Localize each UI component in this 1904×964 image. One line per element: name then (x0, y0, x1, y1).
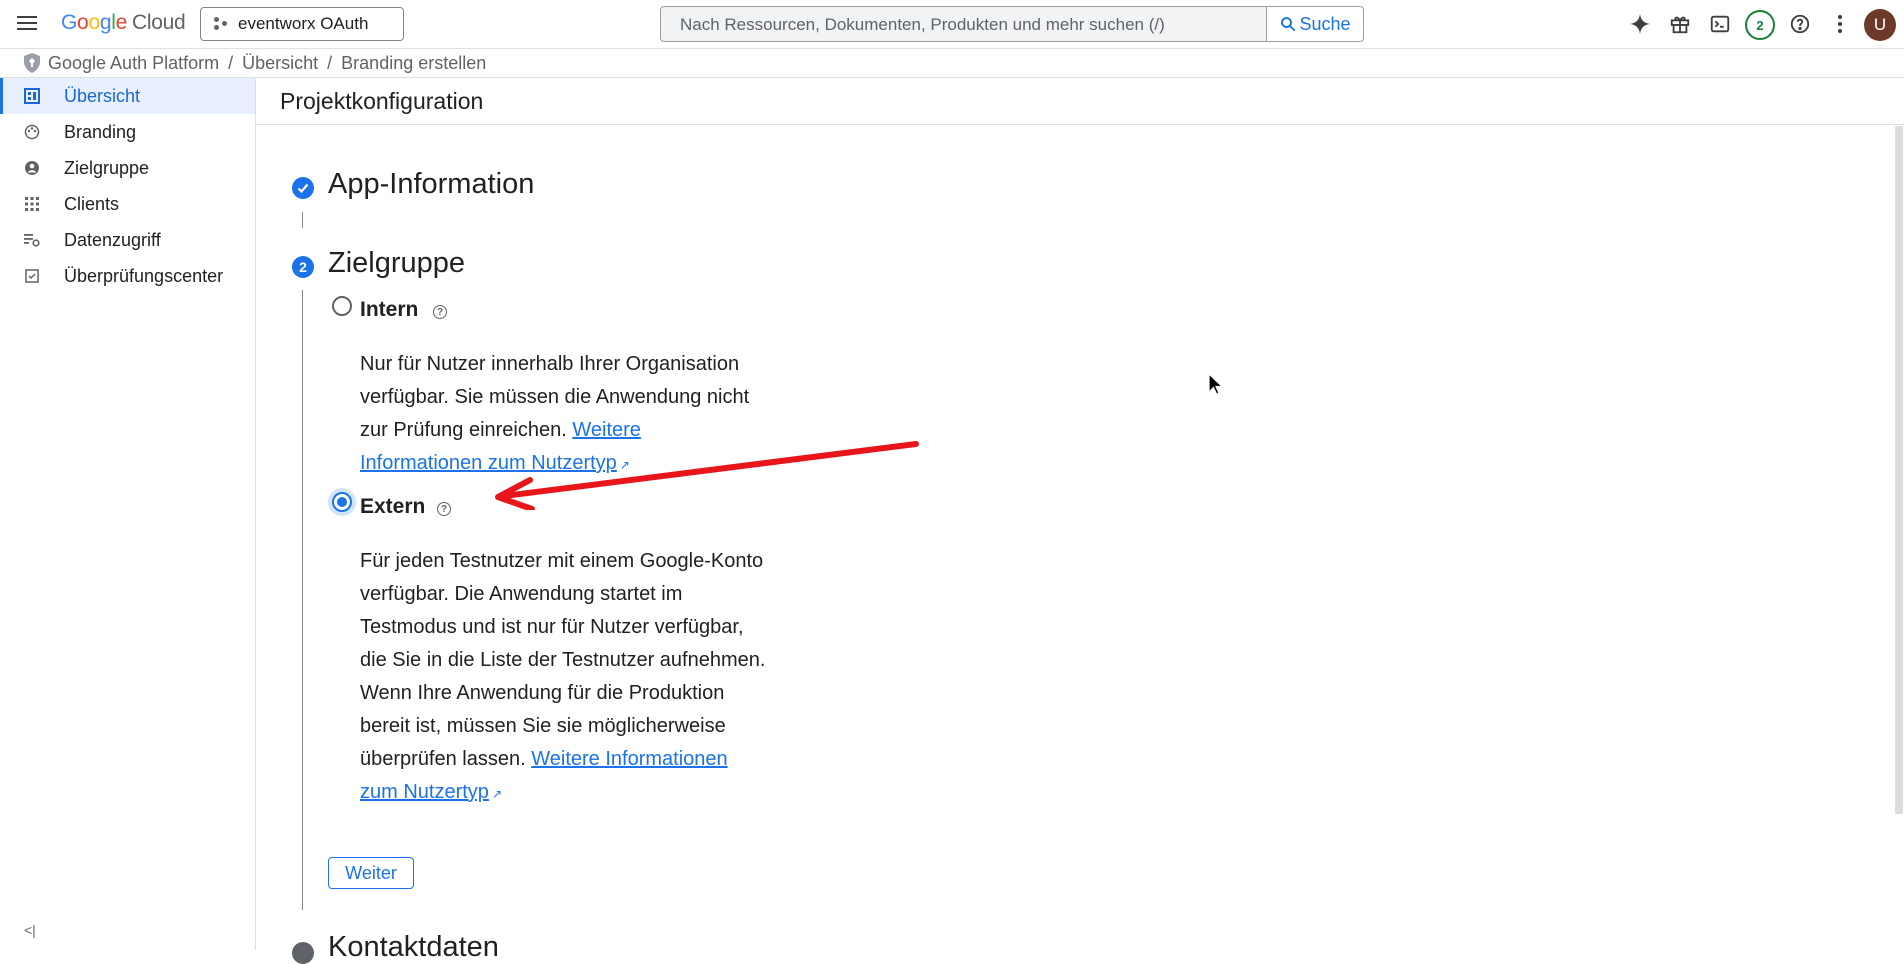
breadcrumb: Google Auth Platform / Übersicht / Brand… (0, 48, 1904, 78)
description-line: verfügbar. Sie müssen die Anwendung nich… (360, 386, 750, 408)
page-header: Projektkonfiguration (256, 78, 1904, 125)
verification-icon (0, 269, 64, 283)
breadcrumb-overview[interactable]: Übersicht (242, 53, 318, 74)
step-title-audience[interactable]: Zielgruppe (328, 247, 465, 280)
sidebar-item-audience[interactable]: Zielgruppe (0, 150, 255, 186)
description-line: Wenn Ihre Anwendung für die Produktion (360, 682, 725, 704)
dashboard-icon (0, 88, 64, 104)
page-title: Projektkonfiguration (280, 88, 484, 114)
notifications-badge[interactable]: 2 (1745, 10, 1775, 40)
breadcrumb-current: Branding erstellen (341, 52, 487, 73)
main-menu-icon[interactable] (14, 12, 40, 36)
search-icon (1281, 17, 1296, 32)
extern-description: Für jeden Testnutzer mit einem Google-Ko… (360, 545, 840, 811)
data-settings-icon (0, 233, 64, 247)
sidebar-item-overview[interactable]: Übersicht (0, 78, 255, 114)
avatar[interactable]: U (1864, 9, 1896, 41)
step-connector (302, 212, 303, 228)
step-pending-icon (292, 942, 314, 964)
external-link-icon: ↗ (491, 787, 502, 801)
sidebar-item-label: Übersicht (64, 85, 141, 106)
scrollbar-thumb[interactable] (1895, 126, 1903, 814)
continue-button[interactable]: Weiter (328, 857, 414, 889)
annotation-arrow (495, 441, 919, 510)
person-icon (0, 160, 64, 176)
help-intern-icon[interactable]: ? (433, 305, 447, 319)
sidebar-item-branding[interactable]: Branding (0, 114, 255, 150)
search-button[interactable]: Suche (1266, 6, 1364, 42)
top-bar: Google Cloud eventworx OAuth Nach Ressour… (0, 0, 1904, 48)
more-options-icon[interactable] (1827, 11, 1853, 37)
learn-more-link-extern-cont[interactable]: zum Nutzertyp (360, 781, 489, 803)
sidebar-item-label: Datenzugriff (64, 229, 161, 250)
help-icon[interactable] (1787, 11, 1813, 37)
description-line: überprüfen lassen. (360, 748, 526, 770)
step-done-check-icon (292, 177, 314, 199)
project-hierarchy-icon (214, 17, 228, 31)
project-name: eventworx OAuth (238, 14, 369, 33)
sidebar-item-verification-center[interactable]: Überprüfungscenter (0, 258, 255, 294)
sidebar-item-label: Überprüfungscenter (64, 265, 224, 286)
description-line: Nur für Nutzer innerhalb Ihrer Organisat… (360, 353, 740, 375)
palette-icon (0, 124, 64, 140)
search-button-label: Suche (1299, 13, 1351, 34)
breadcrumb-auth-platform[interactable]: Google Auth Platform (48, 53, 219, 74)
description-line: die Sie in die Liste der Testnutzer aufn… (360, 649, 766, 671)
sidebar-item-label: Clients (64, 193, 120, 214)
collapse-sidebar-icon[interactable]: <| (24, 922, 36, 938)
gemini-sparkle-icon[interactable] (1627, 11, 1653, 37)
gift-icon[interactable] (1667, 11, 1693, 37)
shield-icon (24, 53, 40, 73)
step-title-contact[interactable]: Kontaktdaten (328, 931, 499, 964)
search-input[interactable]: Nach Ressourcen, Dokumenten, Produkten u… (660, 6, 1267, 42)
radio-extern[interactable] (332, 492, 352, 512)
description-line: verfügbar. Die Anwendung startet im (360, 583, 683, 605)
breadcrumb-separator: / (327, 52, 333, 73)
sidebar-item-label: Branding (64, 121, 137, 142)
option-label-extern[interactable]: Extern (360, 495, 425, 519)
help-extern-icon[interactable]: ? (437, 502, 451, 516)
option-label-intern[interactable]: Intern (360, 298, 418, 322)
description-line: Für jeden Testnutzer mit einem Google-Ko… (360, 550, 764, 572)
google-cloud-logo[interactable]: Google Cloud (61, 11, 186, 35)
step-title-app-information[interactable]: App-Information (328, 168, 534, 201)
mouse-cursor-icon (1208, 373, 1224, 395)
sidebar-item-data-access[interactable]: Datenzugriff (0, 222, 255, 258)
description-line: Testmodus und ist nur für Nutzer verfügb… (360, 616, 744, 638)
radio-intern[interactable] (332, 296, 352, 316)
cloud-shell-terminal-icon[interactable] (1707, 11, 1733, 37)
project-picker-button[interactable]: eventworx OAuth (200, 7, 404, 41)
breadcrumb-separator: / (228, 52, 234, 73)
sidebar-item-clients[interactable]: Clients (0, 186, 255, 222)
description-line: bereit ist, müssen Sie sie möglicherweis… (360, 715, 726, 737)
step-number-icon: 2 (292, 256, 314, 278)
learn-more-link-extern[interactable]: Weitere Informationen (531, 748, 727, 770)
step-connector (302, 290, 303, 910)
sidebar: Übersicht Branding Zielgruppe Clients Da… (0, 78, 256, 950)
apps-icon (0, 197, 64, 211)
sidebar-item-label: Zielgruppe (64, 157, 150, 178)
